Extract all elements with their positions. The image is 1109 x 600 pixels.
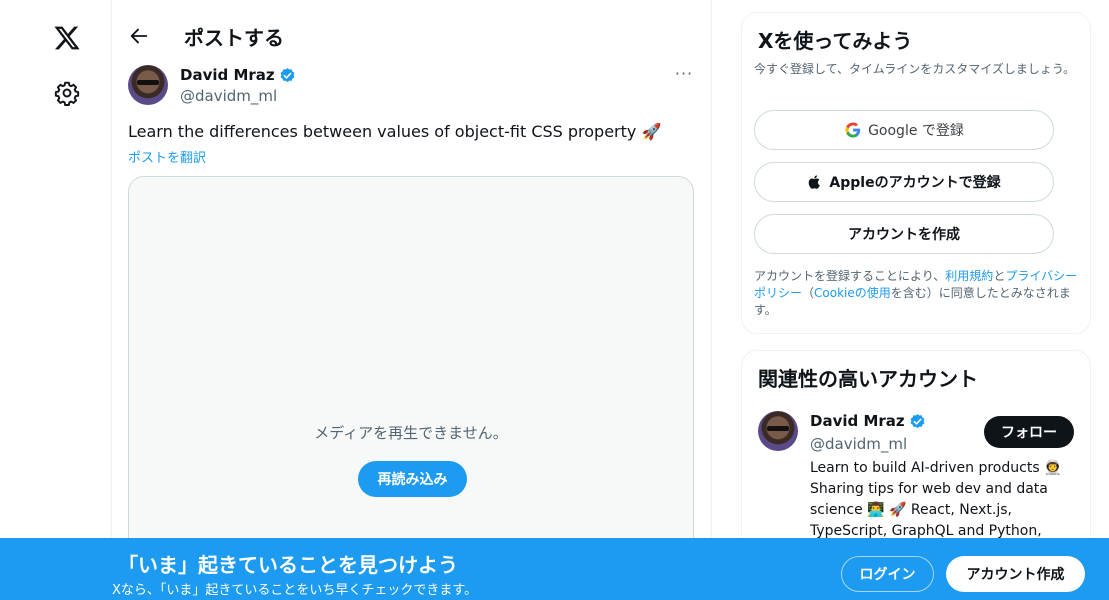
google-signup-button[interactable]: Google で登録 bbox=[754, 110, 1054, 150]
reload-button[interactable]: 再読み込み bbox=[358, 461, 467, 497]
apple-signup-label: Appleのアカウントで登録 bbox=[829, 175, 1001, 191]
page-title: ポストする bbox=[184, 26, 284, 50]
left-nav bbox=[0, 0, 112, 600]
related-avatar[interactable] bbox=[758, 411, 798, 451]
signup-subtitle: 今すぐ登録して、タイムラインをカスタマイズしましょう。 bbox=[754, 62, 1076, 76]
google-icon bbox=[845, 122, 861, 138]
cookie-link[interactable]: Cookieの使用 bbox=[814, 286, 891, 300]
legal-prefix: アカウントを登録することにより、 bbox=[754, 269, 946, 283]
avatar[interactable] bbox=[128, 65, 168, 105]
legal-notice: アカウントを登録することにより、利用規約とプライバシーポリシー（Cookieの使… bbox=[754, 268, 1084, 319]
signup-card: Xを使ってみよう 今すぐ登録して、タイムラインをカスタマイズしましょう。 Goo… bbox=[741, 12, 1091, 334]
verified-badge-icon bbox=[280, 67, 295, 82]
legal-paren: （ bbox=[802, 286, 815, 300]
related-title: 関連性の高いアカウント bbox=[758, 367, 978, 391]
terms-link[interactable]: 利用規約 bbox=[945, 269, 993, 283]
more-options-icon[interactable]: ··· bbox=[672, 64, 696, 86]
gear-icon[interactable] bbox=[54, 80, 80, 106]
main-column: ポストする David Mraz @davidm_ml ··· Learn th… bbox=[112, 0, 712, 600]
create-account-button[interactable]: アカウントを作成 bbox=[754, 214, 1054, 254]
google-signup-label: Google で登録 bbox=[868, 123, 964, 139]
arrow-left-icon[interactable] bbox=[128, 25, 150, 47]
related-handle[interactable]: @davidm_ml bbox=[810, 435, 907, 453]
signup-banner: 「いま」起きていることを見つけよう Xなら、「いま」起きていることをいち早くチェ… bbox=[0, 538, 1109, 600]
author-handle[interactable]: @davidm_ml bbox=[180, 87, 277, 105]
x-logo-icon[interactable] bbox=[53, 24, 81, 52]
apple-icon bbox=[809, 175, 821, 189]
signup-title: Xを使ってみよう bbox=[758, 29, 913, 53]
banner-title: 「いま」起きていることを見つけよう bbox=[118, 553, 458, 577]
media-error-message: メディアを再生できません。 bbox=[314, 424, 508, 442]
author-name[interactable]: David Mraz bbox=[180, 66, 296, 84]
login-button[interactable]: ログイン bbox=[841, 556, 934, 592]
follow-button[interactable]: フォロー bbox=[984, 416, 1074, 448]
related-name[interactable]: David Mraz bbox=[810, 412, 926, 430]
translate-post-link[interactable]: ポストを翻訳 bbox=[128, 147, 206, 166]
verified-badge-icon bbox=[910, 413, 925, 428]
banner-subtitle: Xなら、「いま」起きていることをいち早くチェックできます。 bbox=[112, 583, 478, 598]
related-name-text[interactable]: David Mraz bbox=[810, 412, 905, 430]
author-name-text[interactable]: David Mraz bbox=[180, 66, 275, 84]
banner-create-account-button[interactable]: アカウント作成 bbox=[946, 556, 1085, 592]
legal-and: と bbox=[993, 269, 1006, 283]
media-player[interactable]: メディアを再生できません。 再読み込み bbox=[128, 176, 694, 556]
post-text: Learn the differences between values of … bbox=[128, 122, 662, 141]
apple-signup-button[interactable]: Appleのアカウントで登録 bbox=[754, 162, 1054, 202]
